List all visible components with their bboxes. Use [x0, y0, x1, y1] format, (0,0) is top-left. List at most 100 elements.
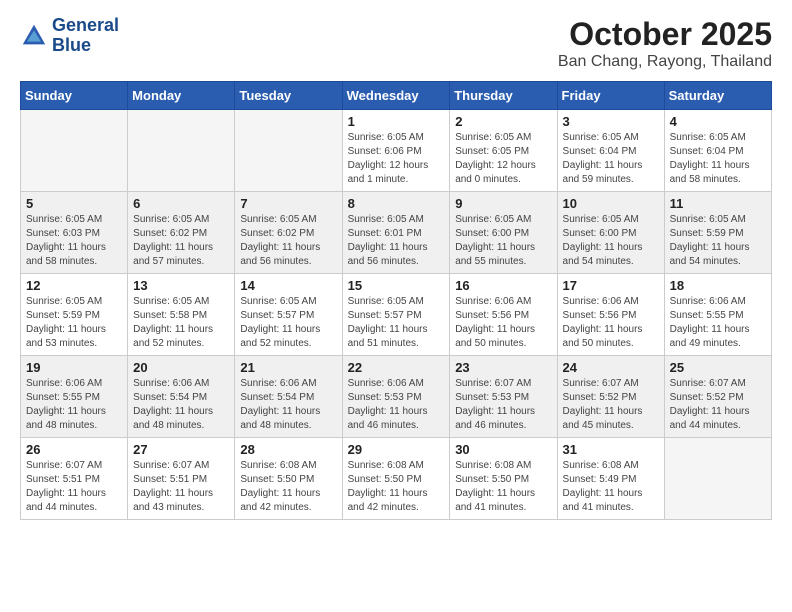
day-number: 13	[133, 278, 229, 293]
calendar-cell: 25 Sunrise: 6:07 AM Sunset: 5:52 PM Dayli…	[664, 356, 771, 438]
week-row-1: 1 Sunrise: 6:05 AM Sunset: 6:06 PM Daylig…	[21, 110, 772, 192]
day-info: Sunrise: 6:05 AM Sunset: 6:01 PM Dayligh…	[348, 213, 445, 269]
calendar-cell	[21, 110, 128, 192]
day-info: Sunrise: 6:07 AM Sunset: 5:52 PM Dayligh…	[670, 377, 766, 433]
day-info: Sunrise: 6:08 AM Sunset: 5:49 PM Dayligh…	[563, 459, 659, 515]
day-number: 31	[563, 442, 659, 457]
logo-line1: General	[52, 16, 119, 36]
day-number: 2	[455, 114, 551, 129]
day-info: Sunrise: 6:05 AM Sunset: 6:06 PM Dayligh…	[348, 131, 445, 187]
day-number: 12	[26, 278, 122, 293]
day-info: Sunrise: 6:05 AM Sunset: 6:03 PM Dayligh…	[26, 213, 122, 269]
day-info: Sunrise: 6:06 AM Sunset: 5:54 PM Dayligh…	[133, 377, 229, 433]
day-number: 26	[26, 442, 122, 457]
day-info: Sunrise: 6:07 AM Sunset: 5:51 PM Dayligh…	[26, 459, 122, 515]
day-number: 22	[348, 360, 445, 375]
day-number: 21	[240, 360, 336, 375]
calendar-cell: 15 Sunrise: 6:05 AM Sunset: 5:57 PM Dayli…	[342, 274, 450, 356]
calendar-cell: 22Sunrise: 6:06 AM Sunset: 5:53 PM Dayli…	[342, 356, 450, 438]
logo-icon	[20, 22, 48, 50]
calendar-cell: 12 Sunrise: 6:05 AM Sunset: 5:59 PM Dayli…	[21, 274, 128, 356]
day-number: 15	[348, 278, 445, 293]
weekday-header-monday: Monday	[128, 82, 235, 110]
calendar-cell: 31 Sunrise: 6:08 AM Sunset: 5:49 PM Dayli…	[557, 438, 664, 520]
calendar-cell: 14Sunrise: 6:05 AM Sunset: 5:57 PM Dayli…	[235, 274, 342, 356]
day-info: Sunrise: 6:08 AM Sunset: 5:50 PM Dayligh…	[240, 459, 336, 515]
day-number: 20	[133, 360, 229, 375]
day-info: Sunrise: 6:05 AM Sunset: 6:04 PM Dayligh…	[563, 131, 659, 187]
calendar-cell: 3 Sunrise: 6:05 AM Sunset: 6:04 PM Daylig…	[557, 110, 664, 192]
day-number: 18	[670, 278, 766, 293]
day-info: Sunrise: 6:06 AM Sunset: 5:56 PM Dayligh…	[455, 295, 551, 351]
week-row-3: 12 Sunrise: 6:05 AM Sunset: 5:59 PM Dayli…	[21, 274, 772, 356]
day-info: Sunrise: 6:05 AM Sunset: 5:57 PM Dayligh…	[348, 295, 445, 351]
day-number: 9	[455, 196, 551, 211]
day-info: Sunrise: 6:05 AM Sunset: 6:04 PM Dayligh…	[670, 131, 766, 187]
calendar: SundayMondayTuesdayWednesdayThursdayFrid…	[20, 81, 772, 520]
calendar-cell: 24 Sunrise: 6:07 AM Sunset: 5:52 PM Dayli…	[557, 356, 664, 438]
day-number: 16	[455, 278, 551, 293]
location-title: Ban Chang, Rayong, Thailand	[558, 53, 772, 71]
day-number: 14	[240, 278, 336, 293]
day-number: 5	[26, 196, 122, 211]
day-number: 7	[240, 196, 336, 211]
day-number: 11	[670, 196, 766, 211]
calendar-cell: 10Sunrise: 6:05 AM Sunset: 6:00 PM Dayli…	[557, 192, 664, 274]
title-area: October 2025 Ban Chang, Rayong, Thailand	[558, 16, 772, 71]
month-title: October 2025	[558, 16, 772, 53]
calendar-cell: 29Sunrise: 6:08 AM Sunset: 5:50 PM Dayli…	[342, 438, 450, 520]
header: General Blue October 2025 Ban Chang, Ray…	[20, 16, 772, 71]
calendar-cell: 4 Sunrise: 6:05 AM Sunset: 6:04 PM Daylig…	[664, 110, 771, 192]
logo-line2: Blue	[52, 36, 119, 56]
day-number: 1	[348, 114, 445, 129]
day-info: Sunrise: 6:07 AM Sunset: 5:52 PM Dayligh…	[563, 377, 659, 433]
calendar-cell	[664, 438, 771, 520]
weekday-header-friday: Friday	[557, 82, 664, 110]
calendar-cell: 21Sunrise: 6:06 AM Sunset: 5:54 PM Dayli…	[235, 356, 342, 438]
calendar-cell: 19 Sunrise: 6:06 AM Sunset: 5:55 PM Dayli…	[21, 356, 128, 438]
day-info: Sunrise: 6:05 AM Sunset: 6:00 PM Dayligh…	[455, 213, 551, 269]
logo: General Blue	[20, 16, 119, 56]
calendar-cell: 18 Sunrise: 6:06 AM Sunset: 5:55 PM Dayli…	[664, 274, 771, 356]
calendar-cell: 2 Sunrise: 6:05 AM Sunset: 6:05 PM Daylig…	[450, 110, 557, 192]
day-info: Sunrise: 6:05 AM Sunset: 5:59 PM Dayligh…	[26, 295, 122, 351]
calendar-cell: 20 Sunrise: 6:06 AM Sunset: 5:54 PM Dayli…	[128, 356, 235, 438]
day-number: 4	[670, 114, 766, 129]
day-info: Sunrise: 6:05 AM Sunset: 6:02 PM Dayligh…	[133, 213, 229, 269]
day-number: 25	[670, 360, 766, 375]
calendar-cell: 30Sunrise: 6:08 AM Sunset: 5:50 PM Dayli…	[450, 438, 557, 520]
day-number: 23	[455, 360, 551, 375]
calendar-cell: 16 Sunrise: 6:06 AM Sunset: 5:56 PM Dayli…	[450, 274, 557, 356]
day-info: Sunrise: 6:06 AM Sunset: 5:55 PM Dayligh…	[26, 377, 122, 433]
calendar-cell	[128, 110, 235, 192]
day-info: Sunrise: 6:05 AM Sunset: 5:58 PM Dayligh…	[133, 295, 229, 351]
week-row-4: 19 Sunrise: 6:06 AM Sunset: 5:55 PM Dayli…	[21, 356, 772, 438]
weekday-header-row: SundayMondayTuesdayWednesdayThursdayFrid…	[21, 82, 772, 110]
logo-text: General Blue	[52, 16, 119, 56]
calendar-cell	[235, 110, 342, 192]
day-number: 24	[563, 360, 659, 375]
day-number: 8	[348, 196, 445, 211]
calendar-cell: 8 Sunrise: 6:05 AM Sunset: 6:01 PM Daylig…	[342, 192, 450, 274]
day-number: 19	[26, 360, 122, 375]
calendar-cell: 28 Sunrise: 6:08 AM Sunset: 5:50 PM Dayli…	[235, 438, 342, 520]
calendar-cell: 6 Sunrise: 6:05 AM Sunset: 6:02 PM Daylig…	[128, 192, 235, 274]
weekday-header-tuesday: Tuesday	[235, 82, 342, 110]
day-number: 6	[133, 196, 229, 211]
week-row-2: 5 Sunrise: 6:05 AM Sunset: 6:03 PM Daylig…	[21, 192, 772, 274]
weekday-header-thursday: Thursday	[450, 82, 557, 110]
day-info: Sunrise: 6:06 AM Sunset: 5:55 PM Dayligh…	[670, 295, 766, 351]
day-number: 3	[563, 114, 659, 129]
calendar-cell: 1 Sunrise: 6:05 AM Sunset: 6:06 PM Daylig…	[342, 110, 450, 192]
day-info: Sunrise: 6:05 AM Sunset: 6:05 PM Dayligh…	[455, 131, 551, 187]
day-number: 28	[240, 442, 336, 457]
calendar-cell: 17Sunrise: 6:06 AM Sunset: 5:56 PM Dayli…	[557, 274, 664, 356]
calendar-cell: 7Sunrise: 6:05 AM Sunset: 6:02 PM Daylig…	[235, 192, 342, 274]
weekday-header-saturday: Saturday	[664, 82, 771, 110]
day-info: Sunrise: 6:08 AM Sunset: 5:50 PM Dayligh…	[348, 459, 445, 515]
day-info: Sunrise: 6:05 AM Sunset: 5:59 PM Dayligh…	[670, 213, 766, 269]
weekday-header-wednesday: Wednesday	[342, 82, 450, 110]
calendar-cell: 26 Sunrise: 6:07 AM Sunset: 5:51 PM Dayli…	[21, 438, 128, 520]
day-number: 27	[133, 442, 229, 457]
week-row-5: 26 Sunrise: 6:07 AM Sunset: 5:51 PM Dayli…	[21, 438, 772, 520]
